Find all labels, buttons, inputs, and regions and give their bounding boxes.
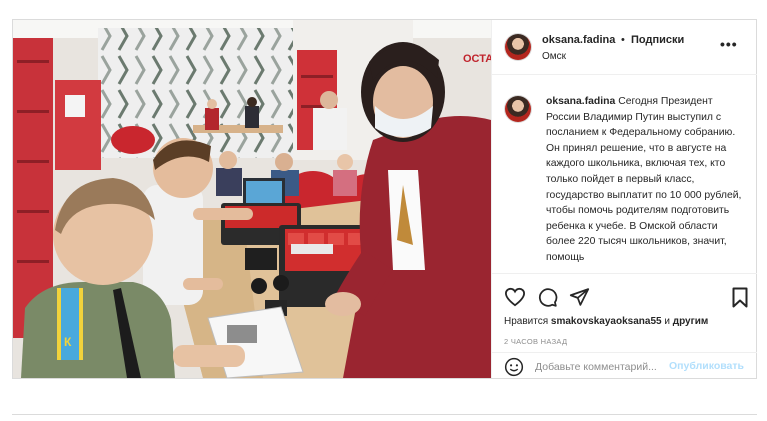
classroom-photo: ОСТА К [13, 20, 491, 378]
post-actions: Нравится smakovskayaoksana55 и другим 2 … [492, 273, 757, 378]
post-caption: oksana.fadina Сегодня Президент России В… [546, 94, 748, 266]
caption-area: oksana.fadina Сегодня Президент России В… [492, 76, 757, 272]
likes-others[interactable]: другим [673, 316, 709, 327]
wall-sign: ОСТА [463, 53, 491, 65]
likes-line: Нравится smakovskayaoksana55 и другим [504, 316, 708, 327]
comment-icon[interactable] [537, 287, 558, 308]
caption-text: Сегодня Президент России Владимир Путин … [546, 96, 742, 263]
comment-input[interactable] [535, 360, 685, 374]
follow-button[interactable]: Подписки [631, 34, 684, 46]
caption-avatar[interactable] [505, 96, 531, 122]
instagram-post: ОСТА К oksana.fadina • Подписки Омск •••… [12, 19, 757, 379]
post-location[interactable]: Омск [542, 51, 566, 62]
more-dots-icon[interactable]: ••• [720, 36, 738, 52]
post-photo[interactable]: ОСТА К [13, 20, 491, 378]
bookmark-icon[interactable] [732, 287, 748, 308]
author-username[interactable]: oksana.fadina [542, 34, 615, 46]
paper-plane-icon[interactable] [569, 287, 590, 307]
publish-button[interactable]: Опубликовать [669, 360, 744, 372]
separator-dot: • [621, 34, 625, 46]
caption-username[interactable]: oksana.fadina [546, 96, 615, 107]
comment-bar: Опубликовать [492, 352, 757, 379]
post-side-panel: oksana.fadina • Подписки Омск ••• oksana… [491, 20, 757, 378]
post-timestamp[interactable]: 2 ЧАСОВ НАЗАД [504, 337, 567, 346]
shoulder-badge-letter: К [64, 335, 72, 349]
emoji-icon[interactable] [504, 357, 524, 377]
page-divider [12, 414, 757, 415]
author-avatar[interactable] [505, 34, 531, 60]
likes-and: и [664, 316, 670, 327]
post-header: oksana.fadina • Подписки Омск ••• [492, 20, 757, 75]
likes-prefix: Нравится [504, 316, 549, 327]
likes-user[interactable]: smakovskayaoksana55 [551, 316, 662, 327]
heart-icon[interactable] [504, 287, 526, 307]
